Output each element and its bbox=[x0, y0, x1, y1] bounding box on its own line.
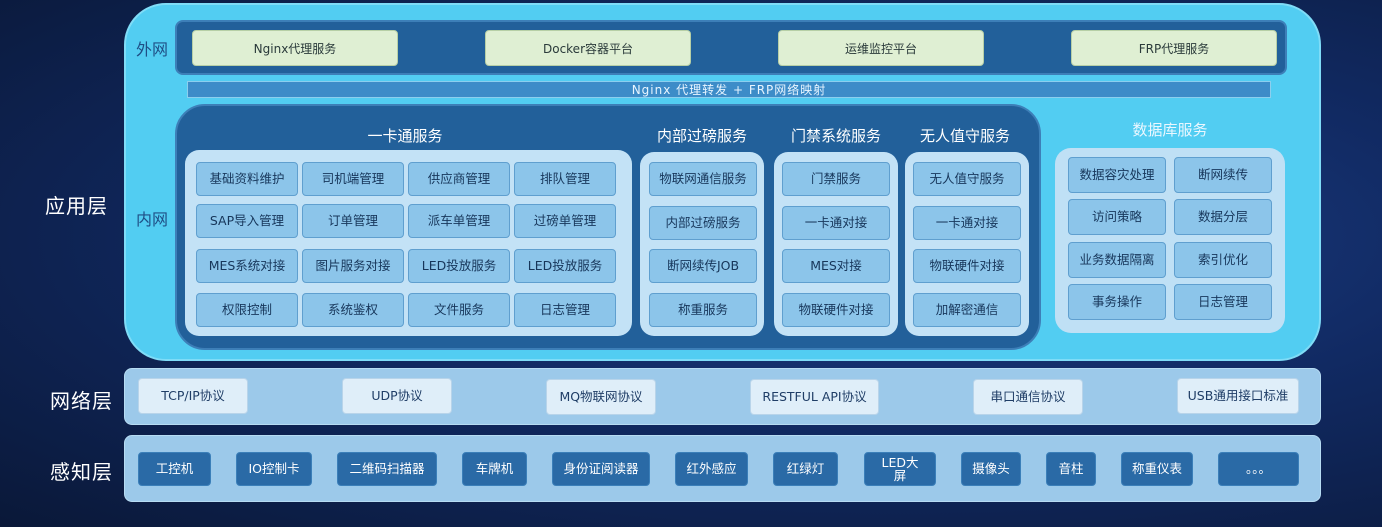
one-card-cell[interactable]: 日志管理 bbox=[514, 293, 616, 327]
unattended-title: 无人值守服务 bbox=[919, 127, 1010, 145]
one-card-cell[interactable]: 图片服务对接 bbox=[302, 249, 404, 283]
access-control-cell[interactable]: 一卡通对接 bbox=[782, 206, 890, 240]
one-card-cell[interactable]: 权限控制 bbox=[196, 293, 298, 327]
one-card-cell[interactable]: LED投放服务 bbox=[514, 249, 616, 283]
device-plate-reader[interactable]: 车牌机 bbox=[462, 452, 527, 486]
weighing-cell[interactable]: 称重服务 bbox=[649, 293, 757, 327]
database-cell[interactable]: 日志管理 bbox=[1174, 284, 1272, 320]
device-qr-scanner[interactable]: 二维码扫描器 bbox=[337, 452, 437, 486]
database-cell[interactable]: 事务操作 bbox=[1068, 284, 1166, 320]
one-card-cell[interactable]: 供应商管理 bbox=[408, 162, 510, 196]
device-led-screen[interactable]: LED大屏 bbox=[864, 452, 936, 486]
weighing-cell[interactable]: 断网续传JOB bbox=[649, 249, 757, 283]
external-service-docker[interactable]: Docker容器平台 bbox=[485, 30, 691, 66]
protocol-usb[interactable]: USB通用接口标准 bbox=[1177, 378, 1299, 414]
database-cell[interactable]: 数据分层 bbox=[1174, 199, 1272, 235]
unattended-cell[interactable]: 一卡通对接 bbox=[913, 206, 1021, 240]
protocol-tcpip[interactable]: TCP/IP协议 bbox=[138, 378, 248, 414]
device-traffic-light[interactable]: 红绿灯 bbox=[773, 452, 838, 486]
external-service-monitor[interactable]: 运维监控平台 bbox=[778, 30, 984, 66]
access-control-cell[interactable]: 门禁服务 bbox=[782, 162, 890, 196]
proxy-forwarding-bar: Nginx 代理转发 + FRP网络映射 bbox=[187, 81, 1271, 98]
access-control-title: 门禁系统服务 bbox=[790, 127, 881, 145]
one-card-cell[interactable]: 文件服务 bbox=[408, 293, 510, 327]
one-card-cell[interactable]: 派车单管理 bbox=[408, 204, 510, 238]
database-cell[interactable]: 索引优化 bbox=[1174, 242, 1272, 278]
device-weighing-meter[interactable]: 称重仪表 bbox=[1121, 452, 1193, 486]
unattended-cell[interactable]: 加解密通信 bbox=[913, 293, 1021, 327]
external-service-nginx[interactable]: Nginx代理服务 bbox=[192, 30, 398, 66]
weighing-title: 内部过磅服务 bbox=[656, 127, 747, 145]
database-cell[interactable]: 数据容灾处理 bbox=[1068, 157, 1166, 193]
one-card-cell[interactable]: 基础资料维护 bbox=[196, 162, 298, 196]
protocol-restful[interactable]: RESTFUL API协议 bbox=[750, 379, 879, 415]
one-card-cell[interactable]: 排队管理 bbox=[514, 162, 616, 196]
one-card-title: 一卡通服务 bbox=[367, 127, 443, 145]
device-speaker[interactable]: 音柱 bbox=[1046, 452, 1096, 486]
perception-layer-label: 感知层 bbox=[50, 460, 113, 484]
device-more[interactable]: 。。。 bbox=[1218, 452, 1299, 486]
one-card-cell[interactable]: 订单管理 bbox=[302, 204, 404, 238]
weighing-cell[interactable]: 内部过磅服务 bbox=[649, 206, 757, 240]
internal-network-label: 内网 bbox=[136, 210, 169, 229]
database-title: 数据库服务 bbox=[1132, 121, 1208, 139]
access-control-cell[interactable]: 物联硬件对接 bbox=[782, 293, 890, 327]
database-cell[interactable]: 访问策略 bbox=[1068, 199, 1166, 235]
database-cell[interactable]: 业务数据隔离 bbox=[1068, 242, 1166, 278]
device-id-reader[interactable]: 身份证阅读器 bbox=[552, 452, 650, 486]
one-card-cell[interactable]: 过磅单管理 bbox=[514, 204, 616, 238]
application-layer-label: 应用层 bbox=[45, 194, 108, 218]
external-network-label: 外网 bbox=[136, 40, 169, 59]
weighing-cell[interactable]: 物联网通信服务 bbox=[649, 162, 757, 196]
one-card-cell[interactable]: 系统鉴权 bbox=[302, 293, 404, 327]
access-control-cell[interactable]: MES对接 bbox=[782, 249, 890, 283]
one-card-cell[interactable]: MES系统对接 bbox=[196, 249, 298, 283]
unattended-cell[interactable]: 物联硬件对接 bbox=[913, 249, 1021, 283]
device-camera[interactable]: 摄像头 bbox=[961, 452, 1021, 486]
external-service-frp[interactable]: FRP代理服务 bbox=[1071, 30, 1277, 66]
device-infrared[interactable]: 红外感应 bbox=[675, 452, 748, 486]
protocol-udp[interactable]: UDP协议 bbox=[342, 378, 452, 414]
unattended-cell[interactable]: 无人值守服务 bbox=[913, 162, 1021, 196]
network-layer-band bbox=[124, 368, 1321, 425]
device-ipc[interactable]: 工控机 bbox=[138, 452, 211, 486]
protocol-serial[interactable]: 串口通信协议 bbox=[973, 379, 1083, 415]
database-cell[interactable]: 断网续传 bbox=[1174, 157, 1272, 193]
one-card-cell[interactable]: SAP导入管理 bbox=[196, 204, 298, 238]
protocol-mq[interactable]: MQ物联网协议 bbox=[546, 379, 656, 415]
one-card-cell[interactable]: 司机端管理 bbox=[302, 162, 404, 196]
device-io-card[interactable]: IO控制卡 bbox=[236, 452, 312, 486]
one-card-cell[interactable]: LED投放服务 bbox=[408, 249, 510, 283]
network-layer-label: 网络层 bbox=[50, 389, 113, 413]
